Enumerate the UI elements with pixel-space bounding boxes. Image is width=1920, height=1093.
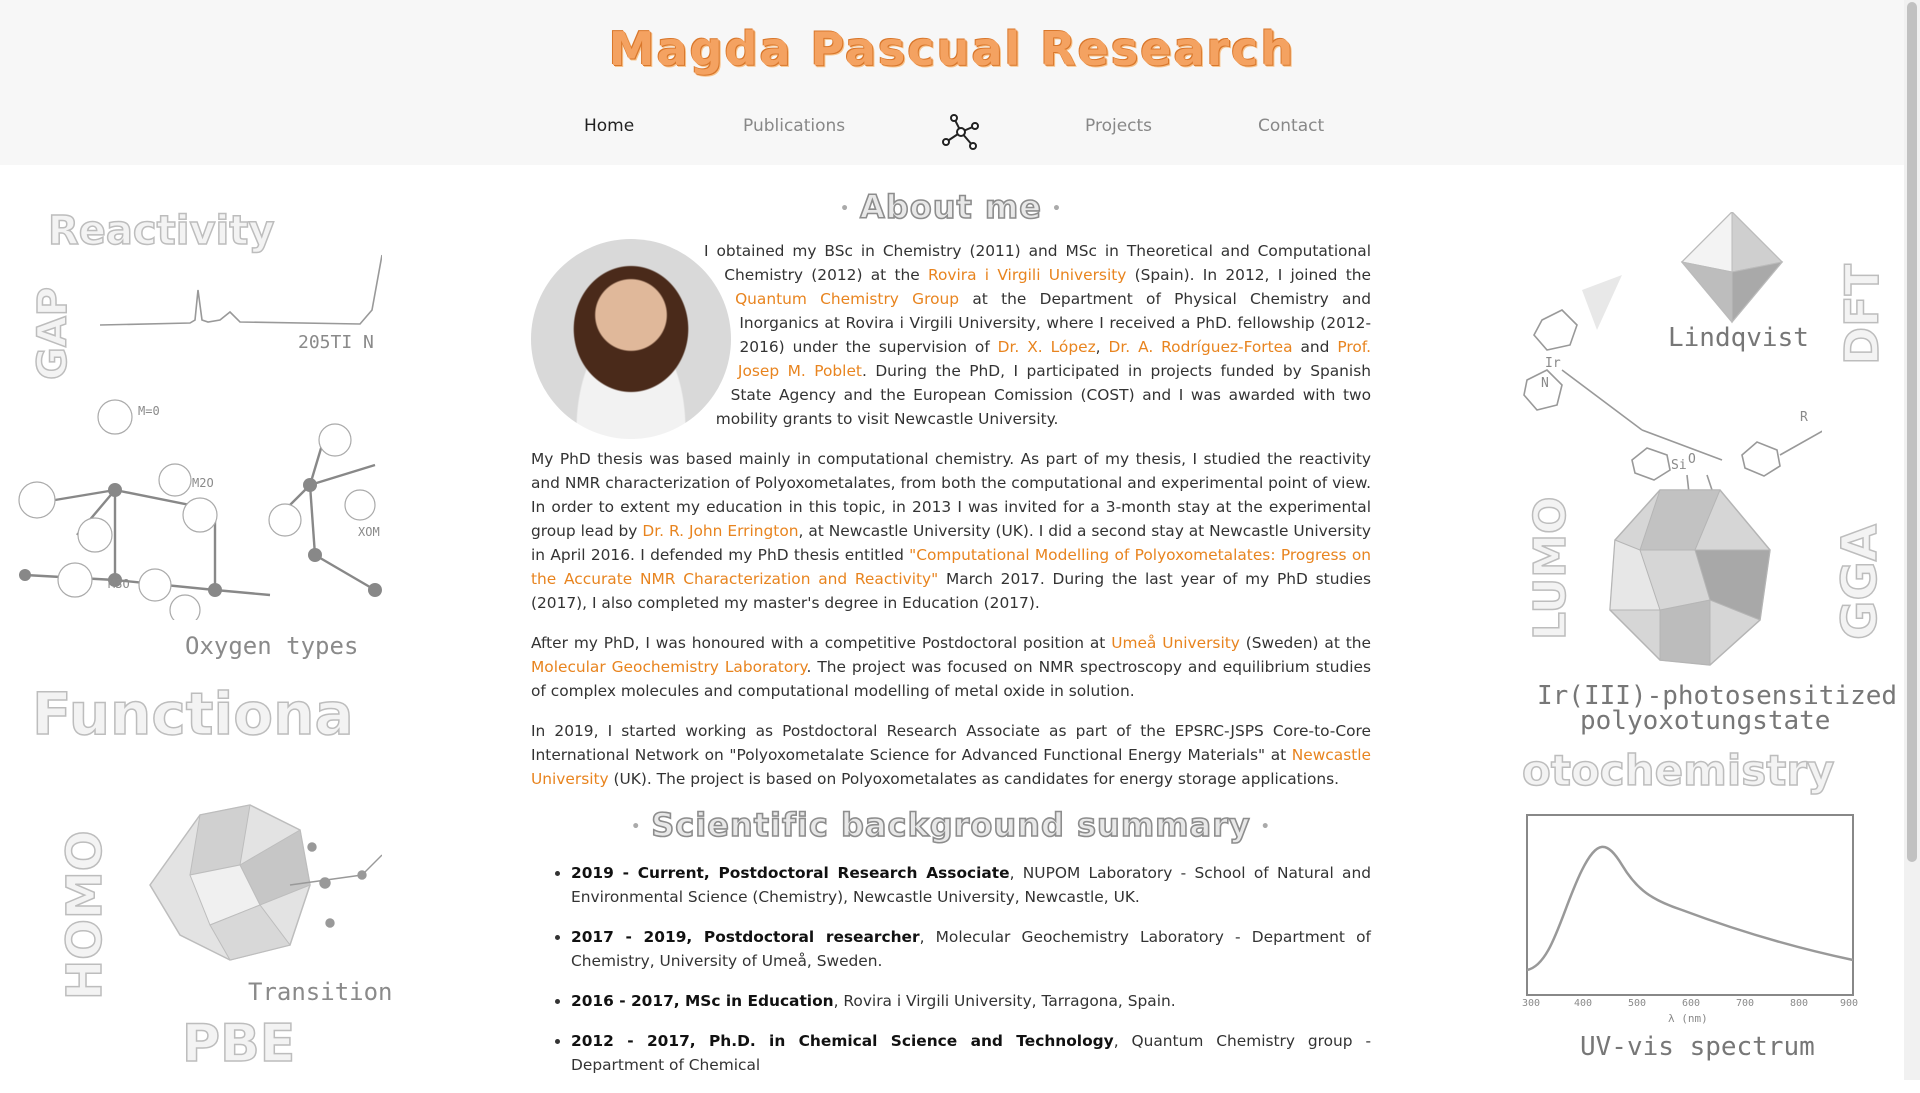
photochemistry-label: otochemistry xyxy=(1522,746,1835,795)
oxygen-network xyxy=(18,399,382,620)
link-x-lopez[interactable]: Dr. X. López xyxy=(998,338,1096,356)
profile-photo xyxy=(531,239,731,439)
about-paragraph-3: After my PhD, I was honoured with a comp… xyxy=(531,631,1371,703)
link-umea-university[interactable]: Umeå University xyxy=(1111,634,1240,652)
nav-home[interactable]: Home xyxy=(584,116,634,136)
nav-contact[interactable]: Contact xyxy=(1258,116,1324,136)
molecule-icon[interactable] xyxy=(940,112,982,152)
main-content: • About me • I obtained my BSc in Chemistr… xyxy=(531,188,1371,1093)
list-item: 2016 - 2017, MSc in Education, Rovira i … xyxy=(571,989,1371,1013)
ir-label: Ir xyxy=(1545,356,1561,371)
si-label: Si xyxy=(1671,458,1687,473)
text: and xyxy=(1292,338,1338,356)
uvvis-chart xyxy=(1526,814,1854,996)
oxygen-types-label: Oxygen types xyxy=(185,632,359,660)
link-rodriguez-fortea[interactable]: Dr. A. Rodríguez-Fortea xyxy=(1109,338,1293,356)
xom-label: XOM xyxy=(358,525,380,539)
nmr-spectrum xyxy=(100,254,382,326)
uvvis-caption: UV-vis spectrum xyxy=(1580,1032,1815,1062)
polyoxotungstate-cluster-right xyxy=(1609,489,1771,666)
spectrum-label: 205TI N xyxy=(298,332,374,353)
tick-label: 300 xyxy=(1522,998,1541,1009)
tick-label: 400 xyxy=(1574,998,1593,1009)
list-item: 2019 - Current, Postdoctoral Research As… xyxy=(571,861,1371,909)
gap-label: GAP xyxy=(29,286,77,381)
scrollbar-thumb[interactable] xyxy=(1907,2,1917,862)
tick-label: 700 xyxy=(1736,998,1755,1009)
item-heading: 2012 - 2017, Ph.D. in Chemical Science a… xyxy=(571,1032,1114,1050)
n-label: N xyxy=(1541,376,1549,391)
lumo-label: LUMO xyxy=(1524,496,1577,641)
m3o-label: M3O xyxy=(108,577,130,591)
about-paragraph-4: In 2019, I started working as Postdoctor… xyxy=(531,719,1371,791)
nav-publications[interactable]: Publications xyxy=(743,116,845,136)
uvvis-axis-label: λ (nm) xyxy=(1668,1012,1708,1025)
page-scrollbar[interactable] xyxy=(1904,0,1920,1080)
r-label: R xyxy=(1800,410,1808,425)
m0-label: M=0 xyxy=(138,404,160,418)
pbe-label: PBE xyxy=(181,1013,296,1075)
link-rovira-university[interactable]: Rovira i Virgili University xyxy=(928,266,1126,284)
o-label: O xyxy=(1688,452,1696,467)
item-detail: , Rovira i Virgili University, Tarragona… xyxy=(833,992,1176,1010)
text: In 2019, I started working as Postdoctor… xyxy=(531,722,1371,764)
m2o-label: M2O xyxy=(192,476,214,490)
about-paragraph-2: My PhD thesis was based mainly in comput… xyxy=(531,447,1371,615)
link-quantum-chemistry-group[interactable]: Quantum Chemistry Group xyxy=(735,290,959,308)
tick-label: 600 xyxy=(1682,998,1701,1009)
text: (Spain). In 2012, I joined the xyxy=(1126,266,1371,284)
text: After my PhD, I was honoured with a comp… xyxy=(531,634,1112,652)
tick-label: 800 xyxy=(1790,998,1809,1009)
link-john-errington[interactable]: Dr. R. John Errington xyxy=(642,522,798,540)
background-title: • Scientific background summary • xyxy=(631,806,1271,844)
link-molecular-geochemistry-lab[interactable]: Molecular Geochemistry Laboratory xyxy=(531,658,806,676)
about-title: • About me • xyxy=(840,188,1062,226)
main-nav: Home Publications Projects Contact xyxy=(0,112,1904,150)
uvvis-plot-frame xyxy=(1526,814,1854,996)
site-title[interactable]: Magda Pascual Research xyxy=(0,22,1904,76)
dft-label: DFT xyxy=(1834,263,1890,365)
polyoxometalate-cluster-left xyxy=(149,804,382,961)
item-heading: 2017 - 2019, Postdoctoral researcher xyxy=(571,928,920,946)
site-header: Magda Pascual Research Home Publications… xyxy=(0,0,1904,165)
text: , xyxy=(1095,338,1109,356)
item-heading: 2016 - 2017, MSc in Education xyxy=(571,992,834,1010)
background-title-text: Scientific background summary xyxy=(650,806,1251,844)
list-item: 2012 - 2017, Ph.D. in Chemical Science a… xyxy=(571,1029,1371,1077)
transition-label: Transition xyxy=(248,978,393,1006)
list-item: 2017 - 2019, Postdoctoral researcher, Mo… xyxy=(571,925,1371,973)
text: (UK). The project is based on Polyoxomet… xyxy=(608,770,1340,788)
gga-label: GGA xyxy=(1831,523,1889,640)
background-list: 2019 - Current, Postdoctoral Research As… xyxy=(531,861,1371,1077)
text: (Sweden) at the xyxy=(1239,634,1371,652)
item-heading: 2019 - Current, Postdoctoral Research As… xyxy=(571,864,1010,882)
functional-label: Functiona xyxy=(32,680,354,748)
tick-label: 500 xyxy=(1628,998,1647,1009)
about-title-text: About me xyxy=(859,188,1042,226)
reactivity-label: Reactivity xyxy=(47,207,275,255)
tick-label: 900 xyxy=(1840,998,1859,1009)
nav-projects[interactable]: Projects xyxy=(1085,116,1152,136)
homo-label: HOMO xyxy=(56,830,114,1001)
complex-caption-line2: polyoxotungstate xyxy=(1580,706,1831,736)
